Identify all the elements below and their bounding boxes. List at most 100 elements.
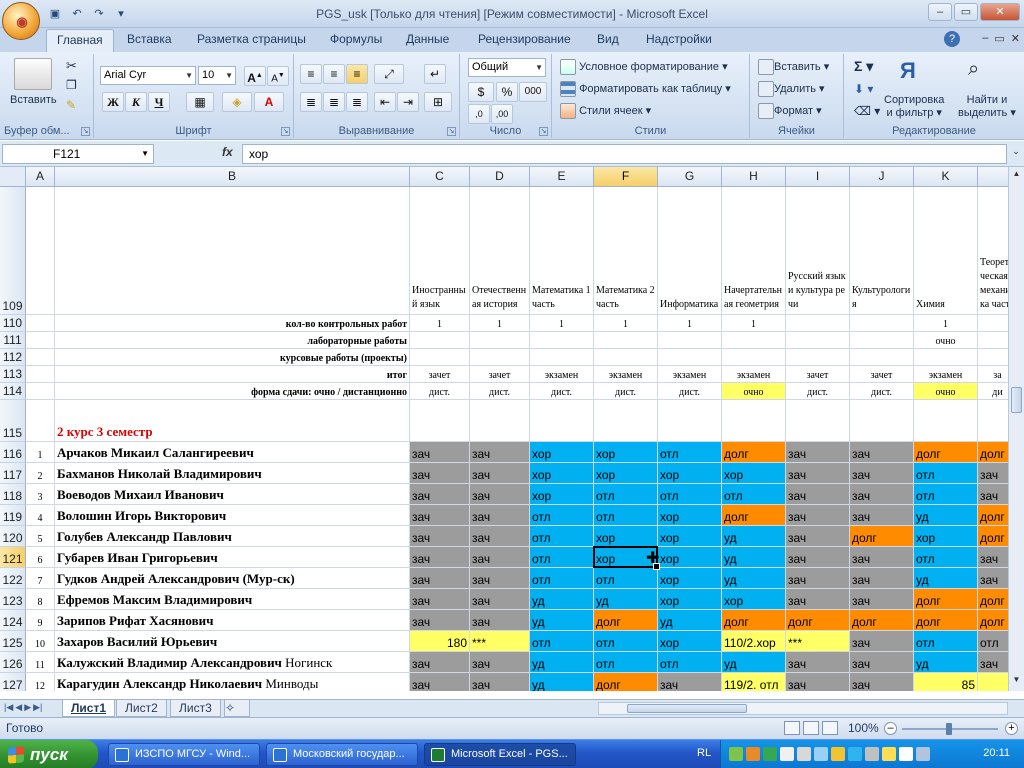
tray-icon-4[interactable] <box>780 747 794 761</box>
grade-cell[interactable]: отл <box>914 547 978 568</box>
header-cell[interactable] <box>850 332 914 349</box>
header-cell[interactable] <box>410 332 470 349</box>
grade-cell[interactable]: уд <box>594 589 658 610</box>
currency-button[interactable]: $ <box>468 82 494 102</box>
wb-restore-icon[interactable]: ▭ <box>994 32 1004 45</box>
grade-cell[interactable]: долг <box>978 610 1008 631</box>
row-112-a[interactable] <box>26 349 55 366</box>
grade-cell[interactable]: отл <box>530 568 594 589</box>
header-cell[interactable] <box>786 332 850 349</box>
grade-cell[interactable]: зач <box>786 484 850 505</box>
header-cell[interactable] <box>658 349 722 366</box>
header-cell[interactable] <box>978 315 1008 332</box>
student-index[interactable]: 7 <box>26 568 55 589</box>
grade-cell[interactable]: долг <box>594 610 658 631</box>
column-header-i[interactable]: I <box>786 167 850 187</box>
grade-cell[interactable]: зач <box>410 673 470 691</box>
grade-cell[interactable]: зач <box>410 484 470 505</box>
empty-cell[interactable] <box>530 400 594 442</box>
grade-cell[interactable]: зач <box>470 484 530 505</box>
column-header-d[interactable]: D <box>470 167 530 187</box>
worksheet-grid[interactable]: A B C D E F G H I J K 109 Иностранный язык Отечествен… <box>0 167 1008 691</box>
student-index[interactable]: 1 <box>26 442 55 463</box>
thousands-button[interactable]: 000 <box>519 82 547 102</box>
grade-cell[interactable]: зач <box>850 547 914 568</box>
column-header-h[interactable]: H <box>722 167 786 187</box>
grade-cell[interactable]: зач <box>786 547 850 568</box>
grade-cell[interactable]: зач <box>410 568 470 589</box>
fill-button[interactable]: ⬇ ▾ <box>854 82 873 96</box>
row-header-115[interactable]: 115 <box>0 400 26 442</box>
font-size-select[interactable]: 10 ▼ <box>198 66 236 85</box>
column-header-f[interactable]: F <box>594 167 658 187</box>
grade-cell[interactable]: отл <box>594 505 658 526</box>
grade-cell[interactable]: 110/2.хор <box>722 631 786 652</box>
row-110-a[interactable] <box>26 315 55 332</box>
copy-icon[interactable]: ❐ <box>66 78 77 92</box>
empty-cell[interactable] <box>410 400 470 442</box>
grade-cell[interactable]: зач <box>470 673 530 691</box>
align-top-button[interactable]: ≡ <box>300 64 322 84</box>
student-index[interactable]: 8 <box>26 589 55 610</box>
header-cell[interactable]: очно <box>722 383 786 400</box>
empty-cell[interactable] <box>658 400 722 442</box>
subject-header[interactable]: Информатика <box>658 187 722 315</box>
grade-cell[interactable]: отл <box>530 631 594 652</box>
row-header-119[interactable]: 119 <box>0 505 26 526</box>
align-bottom-button[interactable]: ≡ <box>346 64 368 84</box>
grade-cell[interactable]: уд <box>722 568 786 589</box>
row-label[interactable] <box>55 187 410 315</box>
header-cell[interactable]: дист. <box>850 383 914 400</box>
row-header-122[interactable]: 122 <box>0 568 26 589</box>
student-index[interactable]: 9 <box>26 610 55 631</box>
grade-cell[interactable]: уд <box>914 652 978 673</box>
row-header-113[interactable]: 113 <box>0 366 26 383</box>
clear-button[interactable]: ⌫ ▾ <box>854 104 880 118</box>
student-name[interactable]: Волошин Игорь Викторович <box>55 505 410 526</box>
student-name[interactable]: Арчаков Микаил Салангиреевич <box>55 442 410 463</box>
normal-view-button[interactable] <box>784 721 800 735</box>
grade-cell[interactable]: зач <box>978 547 1008 568</box>
grade-cell[interactable]: зач <box>850 589 914 610</box>
grade-cell[interactable]: отл <box>594 568 658 589</box>
sheet-tab-3[interactable]: Лист3 <box>170 700 221 717</box>
header-cell[interactable]: очно <box>914 383 978 400</box>
section-title[interactable]: 2 курс 3 семестр <box>55 400 410 442</box>
tray-icon-5[interactable] <box>797 747 811 761</box>
grade-cell[interactable]: хор <box>658 631 722 652</box>
tab-view[interactable]: Вид <box>597 32 619 46</box>
horizontal-scroll-thumb[interactable] <box>627 704 747 713</box>
row-115-a[interactable] <box>26 400 55 442</box>
taskbar-item-ie-2[interactable]: Московский государ... <box>266 743 418 766</box>
column-header-k[interactable]: K <box>914 167 978 187</box>
grade-cell[interactable]: зач <box>786 589 850 610</box>
alignment-expand-icon[interactable]: ↘ <box>447 127 456 136</box>
grade-cell[interactable]: долг <box>594 673 658 691</box>
row-header-118[interactable]: 118 <box>0 484 26 505</box>
column-header-l[interactable] <box>978 167 1008 187</box>
empty-cell[interactable] <box>722 400 786 442</box>
grade-cell[interactable]: хор <box>530 484 594 505</box>
header-cell[interactable] <box>850 349 914 366</box>
tray-icon-2[interactable] <box>746 747 760 761</box>
grade-cell[interactable]: долг <box>978 442 1008 463</box>
grade-cell[interactable]: отл <box>914 484 978 505</box>
header-cell[interactable] <box>722 332 786 349</box>
grade-cell[interactable]: хор <box>658 547 722 568</box>
grade-cell[interactable]: долг <box>914 442 978 463</box>
row-header-116[interactable]: 116 <box>0 442 26 463</box>
grade-cell[interactable]: зач <box>410 547 470 568</box>
percent-button[interactable]: % <box>496 82 518 102</box>
grade-cell[interactable]: долг <box>850 526 914 547</box>
grade-cell[interactable]: зач <box>850 442 914 463</box>
grade-cell[interactable]: отл <box>658 652 722 673</box>
insert-sheet-button[interactable]: ✧ <box>224 700 250 717</box>
taskbar-item-ie-1[interactable]: ИЗСПО МГСУ - Wind... <box>108 743 260 766</box>
student-index[interactable]: 10 <box>26 631 55 652</box>
grade-cell[interactable]: зач <box>978 568 1008 589</box>
header-cell[interactable] <box>530 332 594 349</box>
tray-icon-1[interactable] <box>729 747 743 761</box>
number-format-select[interactable]: Общий ▼ <box>468 58 546 77</box>
zoom-knob[interactable] <box>946 723 952 735</box>
student-index[interactable]: 3 <box>26 484 55 505</box>
